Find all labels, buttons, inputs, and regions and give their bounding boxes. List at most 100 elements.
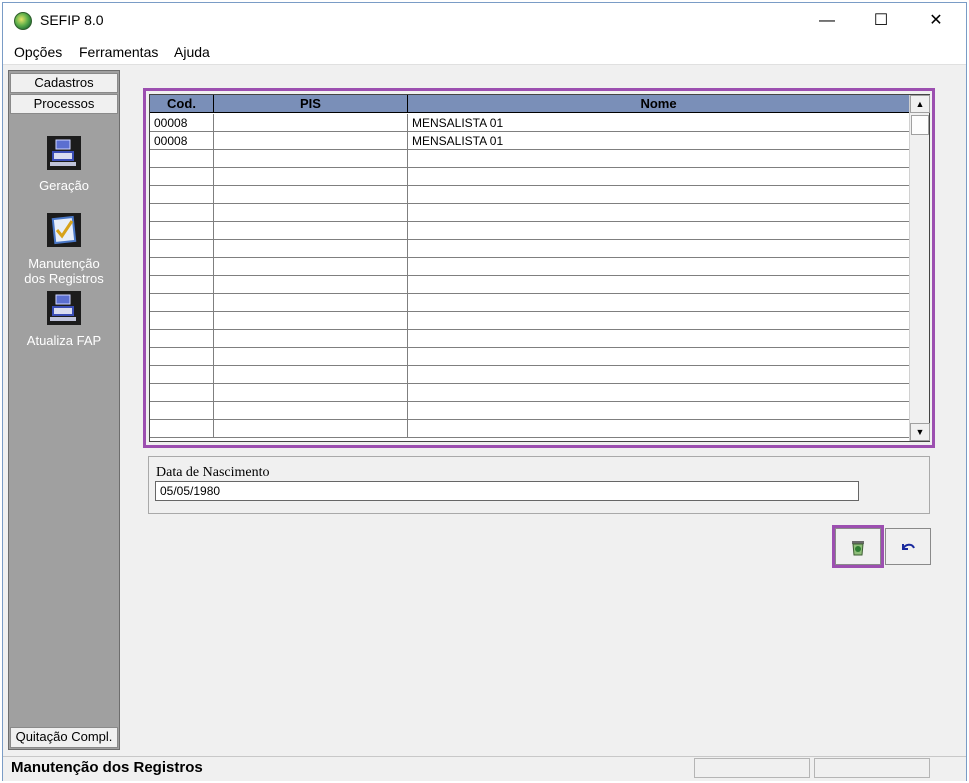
table-row[interactable] (150, 258, 910, 276)
table-cell-cod[interactable] (150, 348, 214, 366)
table-cell-pis[interactable] (214, 402, 408, 420)
table-cell-pis[interactable] (214, 150, 408, 168)
computer-icon[interactable] (44, 289, 84, 327)
table-cell-nome[interactable] (408, 384, 910, 402)
scroll-down-arrow-icon[interactable]: ▼ (910, 423, 930, 441)
table-cell-nome[interactable] (408, 366, 910, 384)
table-cell-pis[interactable] (214, 168, 408, 186)
table-cell-cod[interactable] (150, 276, 214, 294)
table-cell-pis[interactable] (214, 348, 408, 366)
table-cell-nome[interactable]: MENSALISTA 01 (408, 114, 910, 132)
table-cell-nome[interactable] (408, 240, 910, 258)
table-cell-pis[interactable] (214, 276, 408, 294)
table-row[interactable]: 00008 MENSALISTA 01 (150, 114, 910, 132)
table-cell-nome[interactable] (408, 294, 910, 312)
table-cell-cod[interactable] (150, 366, 214, 384)
table-row[interactable] (150, 330, 910, 348)
table-cell-cod[interactable] (150, 384, 214, 402)
minimize-button[interactable]: — (804, 6, 850, 36)
table-row[interactable] (150, 276, 910, 294)
table-cell-cod[interactable] (150, 420, 214, 438)
tab-quitacao-compl[interactable]: Quitação Compl. (10, 727, 118, 748)
table-cell-cod[interactable] (150, 168, 214, 186)
column-header-pis[interactable]: PIS (214, 95, 408, 113)
table-cell-pis[interactable] (214, 420, 408, 438)
table-row[interactable] (150, 366, 910, 384)
table-cell-nome[interactable] (408, 312, 910, 330)
table-cell-pis[interactable] (214, 222, 408, 240)
scroll-thumb[interactable] (911, 115, 929, 135)
table-cell-nome[interactable] (408, 222, 910, 240)
maximize-button[interactable]: ☐ (858, 6, 904, 36)
table-cell-pis[interactable] (214, 114, 408, 132)
table-cell-cod[interactable]: 00008 (150, 114, 214, 132)
table-cell-nome[interactable] (408, 420, 910, 438)
table-cell-nome[interactable] (408, 402, 910, 420)
tab-cadastros[interactable]: Cadastros (10, 73, 118, 93)
table-cell-nome[interactable] (408, 258, 910, 276)
sidebar-item-atualiza-fap[interactable]: Atualiza FAP (8, 333, 120, 348)
checklist-icon[interactable] (44, 211, 84, 249)
scroll-up-arrow-icon[interactable]: ▲ (910, 95, 930, 113)
table-row[interactable] (150, 294, 910, 312)
table-cell-nome[interactable]: MENSALISTA 01 (408, 132, 910, 150)
table-row[interactable] (150, 150, 910, 168)
table-cell-pis[interactable] (214, 312, 408, 330)
delete-button[interactable] (835, 528, 881, 565)
table-cell-nome[interactable] (408, 168, 910, 186)
column-header-nome[interactable]: Nome (408, 95, 910, 113)
table-row[interactable] (150, 168, 910, 186)
table-cell-cod[interactable] (150, 222, 214, 240)
table-cell-pis[interactable] (214, 204, 408, 222)
table-row[interactable] (150, 384, 910, 402)
table-cell-cod[interactable] (150, 240, 214, 258)
table-cell-cod[interactable] (150, 312, 214, 330)
menu-ferramentas[interactable]: Ferramentas (79, 44, 158, 60)
table-row[interactable] (150, 240, 910, 258)
undo-button[interactable] (885, 528, 931, 565)
table-cell-pis[interactable] (214, 366, 408, 384)
table-cell-cod[interactable] (150, 204, 214, 222)
table-cell-cod[interactable]: 00008 (150, 132, 214, 150)
table-row[interactable] (150, 204, 910, 222)
table-row[interactable] (150, 420, 910, 438)
table-cell-pis[interactable] (214, 294, 408, 312)
menu-opcoes[interactable]: Opções (14, 44, 62, 60)
table-row[interactable] (150, 348, 910, 366)
table-cell-cod[interactable] (150, 258, 214, 276)
sidebar-item-geracao[interactable]: Geração (8, 178, 120, 193)
table-cell-nome[interactable] (408, 186, 910, 204)
table-cell-pis[interactable] (214, 384, 408, 402)
birth-date-field[interactable]: 05/05/1980 (155, 481, 859, 501)
table-row[interactable]: 00008 MENSALISTA 01 (150, 132, 910, 150)
grid-scrollbar[interactable]: ▲ ▼ (909, 95, 930, 441)
sidebar-item-manutencao-line1[interactable]: Manutenção (8, 256, 120, 271)
column-header-cod[interactable]: Cod. (150, 95, 214, 113)
computer-icon[interactable] (44, 134, 84, 172)
table-row[interactable] (150, 222, 910, 240)
table-cell-cod[interactable] (150, 186, 214, 204)
table-cell-cod[interactable] (150, 330, 214, 348)
table-cell-pis[interactable] (214, 240, 408, 258)
table-cell-pis[interactable] (214, 186, 408, 204)
table-cell-nome[interactable] (408, 276, 910, 294)
table-cell-cod[interactable] (150, 294, 214, 312)
table-cell-cod[interactable] (150, 150, 214, 168)
table-row[interactable] (150, 312, 910, 330)
table-cell-pis[interactable] (214, 132, 408, 150)
menu-ajuda[interactable]: Ajuda (174, 44, 210, 60)
sidebar-item-manutencao-line2[interactable]: dos Registros (8, 271, 120, 286)
records-grid[interactable]: Cod. PIS Nome 00008 MENSALISTA 01 00008 MEN… (149, 94, 930, 442)
table-cell-pis[interactable] (214, 258, 408, 276)
table-cell-pis[interactable] (214, 330, 408, 348)
table-row[interactable] (150, 186, 910, 204)
table-cell-cod[interactable] (150, 402, 214, 420)
table-cell-nome[interactable] (408, 330, 910, 348)
table-cell-nome[interactable] (408, 150, 910, 168)
table-cell-nome[interactable] (408, 204, 910, 222)
table-cell-nome[interactable] (408, 348, 910, 366)
close-button[interactable]: ✕ (913, 6, 959, 36)
status-text: Manutenção dos Registros (11, 759, 203, 776)
table-row[interactable] (150, 402, 910, 420)
tab-processos[interactable]: Processos (10, 94, 118, 114)
